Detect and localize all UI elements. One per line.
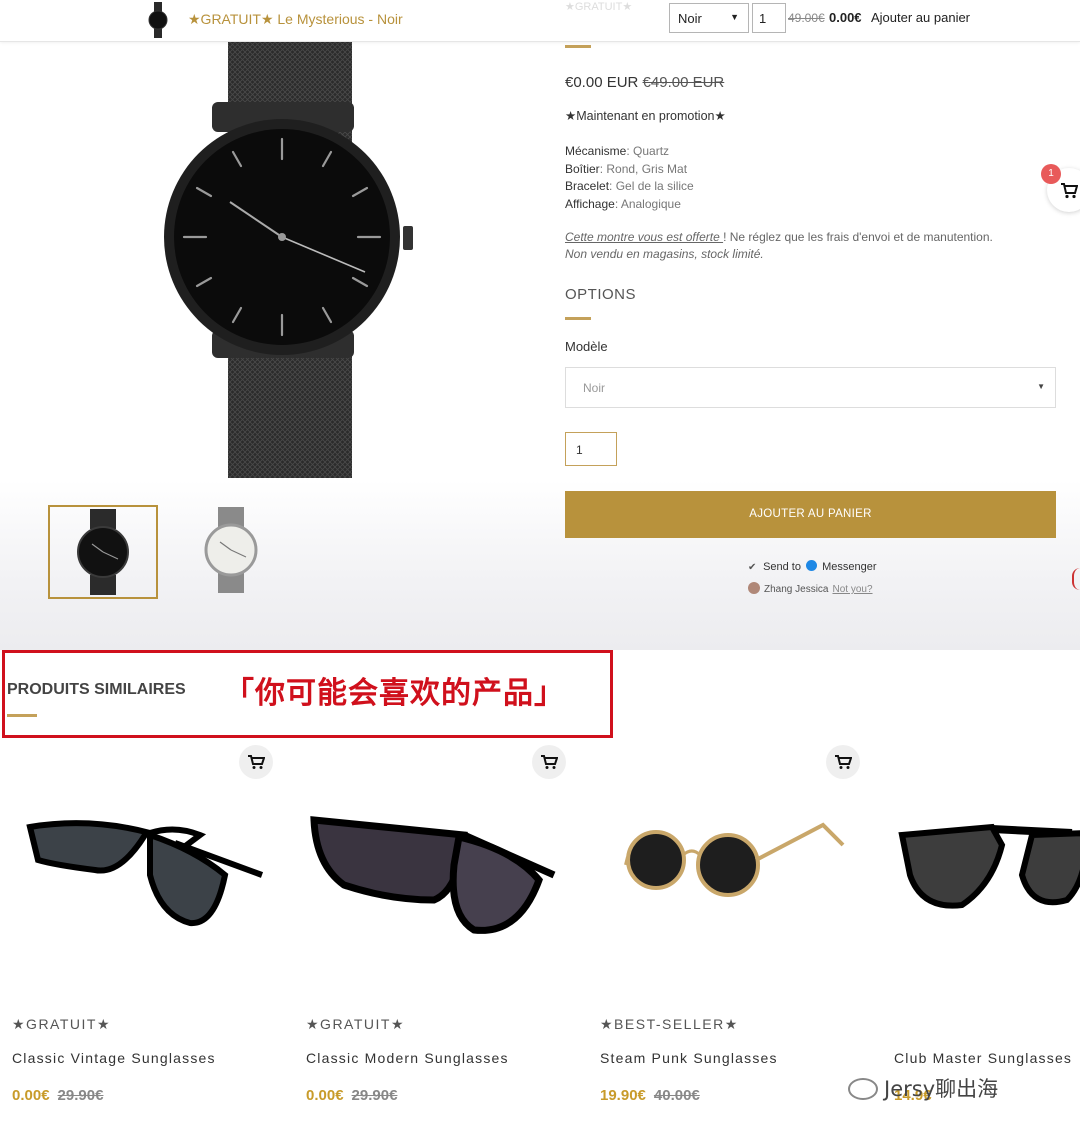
- product-image: [624, 822, 845, 897]
- product-price: 0.00€ 29.90€: [306, 1087, 397, 1104]
- wechat-icon: [848, 1078, 878, 1100]
- original-price: 40.00€: [653, 1087, 700, 1104]
- black-watch-thumb-image: [77, 509, 129, 595]
- product-name[interactable]: Classic Vintage Sunglasses: [12, 1050, 216, 1066]
- spec-value: : Quartz: [626, 144, 670, 158]
- current-price: €0.00 EUR: [565, 74, 639, 91]
- spec-value: : Rond, Gris Mat: [599, 161, 688, 176]
- offer-text: Cette montre vous est offerte ! Ne régle…: [565, 229, 993, 263]
- cart-icon: [541, 755, 558, 769]
- sticky-ghost-text: ★GRATUIT★: [565, 1, 633, 13]
- watermark: Jersy聊出海: [848, 1073, 998, 1103]
- floating-cart-button[interactable]: 1: [1041, 164, 1080, 212]
- cart-icon: [248, 755, 265, 769]
- options-divider: [565, 317, 591, 320]
- avatar: [748, 582, 760, 594]
- main-product-image[interactable]: [160, 42, 420, 478]
- product-specs: Mécanisme: Quartz Boîtier: Rond, Gris Ma…: [565, 143, 694, 213]
- product-tag: ★BEST-SELLER★: [600, 1016, 739, 1032]
- chevron-down-icon: ▼: [1037, 382, 1045, 391]
- sticky-variant-value: Noir: [678, 11, 702, 26]
- chevron-down-icon: ▼: [730, 12, 739, 22]
- product-image: [310, 816, 556, 934]
- product-name[interactable]: Classic Modern Sunglasses: [306, 1050, 509, 1066]
- messenger-optin: ✔ Send to Messenger: [748, 560, 877, 574]
- product-card[interactable]: ★GRATUIT★ Classic Modern Sunglasses 0.00…: [294, 745, 588, 1139]
- promo-label: ★Maintenant en promotion★: [565, 109, 726, 123]
- sticky-quantity-input[interactable]: 1: [752, 3, 786, 33]
- spec-row: Boîtier: Rond, Gris Mat: [565, 161, 694, 179]
- offer-note: Non vendu en magasins, stock limité.: [565, 247, 764, 261]
- product-price: €0.00 EUR €49.00 EUR: [565, 74, 724, 91]
- spec-label: Affichage: [565, 196, 615, 211]
- original-price: 29.90€: [57, 1087, 104, 1104]
- user-name: Zhang Jessica: [764, 584, 829, 595]
- messenger-label: Messenger: [822, 561, 877, 573]
- watermark-text: Jersy聊出海: [884, 1077, 999, 1101]
- side-widget-edge[interactable]: [1072, 568, 1080, 590]
- product-tag: ★GRATUIT★: [306, 1016, 406, 1032]
- checkbox-icon[interactable]: ✔: [748, 562, 760, 574]
- annotation-text: 「你可能会喜欢的产品」: [224, 676, 565, 711]
- original-price: €49.00 EUR: [642, 74, 725, 91]
- spec-row: Bracelet: Gel de la silice: [565, 178, 694, 196]
- sticky-add-to-cart-button[interactable]: Ajouter au panier: [871, 10, 970, 25]
- options-heading: OPTIONS: [565, 286, 637, 303]
- messenger-user: Zhang Jessica Not you?: [748, 582, 873, 595]
- watch-thumbnail: [148, 2, 168, 38]
- send-to-label: Send to: [763, 561, 801, 573]
- cart-icon: [835, 755, 852, 769]
- quick-add-button[interactable]: [532, 745, 566, 779]
- similar-products-heading: PRODUITS SIMILAIRES: [7, 681, 186, 698]
- title-divider: [565, 45, 591, 48]
- sticky-product-title: ★GRATUIT★ Le Mysterious - Noir: [188, 11, 403, 27]
- thumbnail-silver-watch[interactable]: [178, 505, 288, 599]
- model-select-value: Noir: [583, 381, 606, 395]
- quantity-input[interactable]: 1: [565, 432, 617, 466]
- spec-row: Affichage: Analogique: [565, 196, 694, 214]
- product-image: [26, 820, 264, 927]
- quick-add-button[interactable]: [239, 745, 273, 779]
- sticky-old-price: 49.00€: [788, 11, 825, 25]
- offer-link[interactable]: Cette montre vous est offerte: [565, 230, 723, 244]
- thumbnail-black-watch[interactable]: [48, 505, 158, 599]
- sticky-product-bar: ★GRATUIT★ Le Mysterious - Noir ★GRATUIT★…: [0, 0, 1080, 42]
- product-price: 19.90€ 40.00€: [600, 1087, 700, 1104]
- similar-divider: [7, 714, 37, 717]
- product-card[interactable]: ★GRATUIT★ Classic Vintage Sunglasses 0.0…: [0, 745, 294, 1139]
- offer-rest: ! Ne réglez que les frais d'envoi et de …: [723, 230, 993, 244]
- spec-row: Mécanisme: Quartz: [565, 143, 694, 161]
- model-label: Modèle: [565, 339, 608, 354]
- product-price: 0.00€ 29.90€: [12, 1087, 103, 1104]
- model-select[interactable]: Noir ▼: [565, 367, 1056, 408]
- cart-count-badge: 1: [1041, 164, 1061, 184]
- spec-label: Bracelet: [565, 179, 610, 193]
- spec-label: Boîtier: [565, 161, 600, 176]
- messenger-icon: [806, 560, 818, 571]
- spec-value: : Gel de la silice: [609, 179, 694, 193]
- spec-value: : Analogique: [614, 196, 681, 211]
- sale-price: 0.00€: [12, 1087, 50, 1104]
- original-price: 29.90€: [351, 1087, 398, 1104]
- product-tag: ★GRATUIT★: [12, 1016, 112, 1032]
- product-name[interactable]: Steam Punk Sunglasses: [600, 1050, 778, 1066]
- sale-price: 0.00€: [306, 1087, 344, 1104]
- spec-label: Mécanisme: [565, 144, 627, 158]
- sticky-variant-select[interactable]: Noir ▼: [669, 3, 749, 33]
- product-card[interactable]: ★BEST-SELLER★ Steam Punk Sunglasses 19.9…: [588, 745, 882, 1139]
- cart-icon: [1061, 183, 1078, 199]
- add-to-cart-button[interactable]: AJOUTER AU PANIER: [565, 491, 1056, 538]
- not-you-link[interactable]: Not you?: [832, 584, 872, 595]
- sticky-new-price: 0.00€: [829, 10, 862, 25]
- product-name[interactable]: Club Master Sunglasses: [894, 1050, 1072, 1066]
- sale-price: 19.90€: [600, 1087, 646, 1104]
- quick-add-button[interactable]: [826, 745, 860, 779]
- product-image: [898, 823, 1080, 909]
- silver-watch-thumb-image: [204, 507, 258, 593]
